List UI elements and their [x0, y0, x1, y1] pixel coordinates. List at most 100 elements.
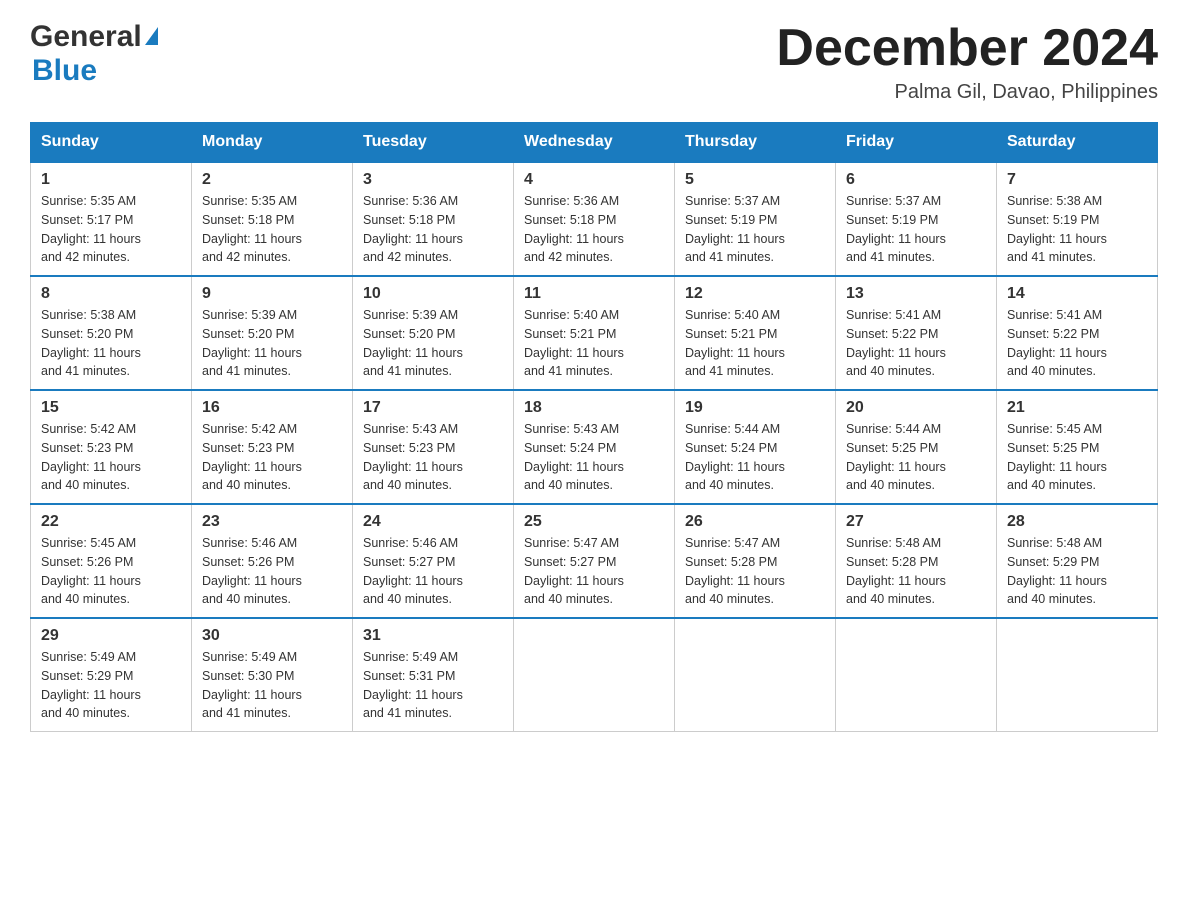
calendar-cell: 28Sunrise: 5:48 AMSunset: 5:29 PMDayligh… — [997, 504, 1158, 618]
calendar-cell: 29 Sunrise: 5:49 AMSunset: 5:29 PMDayligh… — [31, 618, 192, 732]
calendar-cell: 14 Sunrise: 5:41 AMSunset: 5:22 PMDayligh… — [997, 276, 1158, 390]
day-number: 5 — [685, 171, 825, 189]
day-info: Sunrise: 5:36 AMSunset: 5:18 PMDaylight:… — [524, 192, 664, 267]
calendar-cell: 10 Sunrise: 5:39 AMSunset: 5:20 PMDayligh… — [353, 276, 514, 390]
day-number: 7 — [1007, 171, 1147, 189]
day-info: Sunrise: 5:41 AMSunset: 5:22 PMDaylight:… — [1007, 306, 1147, 381]
day-info: Sunrise: 5:35 AMSunset: 5:17 PMDaylight:… — [41, 192, 181, 267]
calendar-cell: 17Sunrise: 5:43 AMSunset: 5:23 PMDayligh… — [353, 390, 514, 504]
day-info: Sunrise: 5:45 AMSunset: 5:26 PMDaylight:… — [41, 534, 181, 609]
calendar-cell: 7Sunrise: 5:38 AMSunset: 5:19 PMDaylight… — [997, 162, 1158, 276]
weekday-header-row: SundayMondayTuesdayWednesdayThursdayFrid… — [31, 123, 1158, 163]
calendar-cell: 26 Sunrise: 5:47 AMSunset: 5:28 PMDayligh… — [675, 504, 836, 618]
day-number: 19 — [685, 399, 825, 417]
day-number: 23 — [202, 513, 342, 531]
day-info: Sunrise: 5:42 AMSunset: 5:23 PMDaylight:… — [202, 420, 342, 495]
day-number: 24 — [363, 513, 503, 531]
weekday-header-thursday: Thursday — [675, 123, 836, 163]
calendar-cell: 5 Sunrise: 5:37 AMSunset: 5:19 PMDaylight… — [675, 162, 836, 276]
day-info: Sunrise: 5:37 AMSunset: 5:19 PMDaylight:… — [846, 192, 986, 267]
day-info: Sunrise: 5:48 AMSunset: 5:28 PMDaylight:… — [846, 534, 986, 609]
day-info: Sunrise: 5:49 AMSunset: 5:31 PMDaylight:… — [363, 648, 503, 723]
calendar-cell: 9 Sunrise: 5:39 AMSunset: 5:20 PMDaylight… — [192, 276, 353, 390]
day-info: Sunrise: 5:36 AMSunset: 5:18 PMDaylight:… — [363, 192, 503, 267]
day-number: 16 — [202, 399, 342, 417]
day-number: 17 — [363, 399, 503, 417]
logo: General Blue — [30, 20, 158, 88]
day-number: 18 — [524, 399, 664, 417]
calendar-cell: 21Sunrise: 5:45 AMSunset: 5:25 PMDayligh… — [997, 390, 1158, 504]
day-info: Sunrise: 5:46 AMSunset: 5:27 PMDaylight:… — [363, 534, 503, 609]
day-info: Sunrise: 5:44 AMSunset: 5:25 PMDaylight:… — [846, 420, 986, 495]
weekday-header-monday: Monday — [192, 123, 353, 163]
calendar-cell — [836, 618, 997, 732]
day-info: Sunrise: 5:39 AMSunset: 5:20 PMDaylight:… — [363, 306, 503, 381]
day-number: 26 — [685, 513, 825, 531]
logo-blue-text: Blue — [32, 54, 97, 88]
day-info: Sunrise: 5:42 AMSunset: 5:23 PMDaylight:… — [41, 420, 181, 495]
calendar-cell: 30Sunrise: 5:49 AMSunset: 5:30 PMDayligh… — [192, 618, 353, 732]
calendar-cell: 15 Sunrise: 5:42 AMSunset: 5:23 PMDayligh… — [31, 390, 192, 504]
day-info: Sunrise: 5:41 AMSunset: 5:22 PMDaylight:… — [846, 306, 986, 381]
day-number: 10 — [363, 285, 503, 303]
calendar-week-row: 15 Sunrise: 5:42 AMSunset: 5:23 PMDayligh… — [31, 390, 1158, 504]
day-number: 22 — [41, 513, 181, 531]
weekday-header-tuesday: Tuesday — [353, 123, 514, 163]
day-info: Sunrise: 5:49 AMSunset: 5:29 PMDaylight:… — [41, 648, 181, 723]
day-info: Sunrise: 5:38 AMSunset: 5:20 PMDaylight:… — [41, 306, 181, 381]
calendar-cell — [675, 618, 836, 732]
location-subtitle: Palma Gil, Davao, Philippines — [776, 81, 1158, 104]
calendar-cell — [514, 618, 675, 732]
calendar-cell: 22 Sunrise: 5:45 AMSunset: 5:26 PMDayligh… — [31, 504, 192, 618]
logo-triangle-icon — [145, 27, 158, 45]
calendar-cell: 12Sunrise: 5:40 AMSunset: 5:21 PMDayligh… — [675, 276, 836, 390]
day-info: Sunrise: 5:37 AMSunset: 5:19 PMDaylight:… — [685, 192, 825, 267]
day-info: Sunrise: 5:47 AMSunset: 5:27 PMDaylight:… — [524, 534, 664, 609]
calendar-cell: 8 Sunrise: 5:38 AMSunset: 5:20 PMDaylight… — [31, 276, 192, 390]
calendar-cell: 23 Sunrise: 5:46 AMSunset: 5:26 PMDayligh… — [192, 504, 353, 618]
day-info: Sunrise: 5:49 AMSunset: 5:30 PMDaylight:… — [202, 648, 342, 723]
day-number: 25 — [524, 513, 664, 531]
weekday-header-saturday: Saturday — [997, 123, 1158, 163]
day-number: 15 — [41, 399, 181, 417]
day-number: 11 — [524, 285, 664, 303]
calendar-cell: 16 Sunrise: 5:42 AMSunset: 5:23 PMDayligh… — [192, 390, 353, 504]
day-number: 13 — [846, 285, 986, 303]
day-number: 31 — [363, 627, 503, 645]
calendar-cell: 11 Sunrise: 5:40 AMSunset: 5:21 PMDayligh… — [514, 276, 675, 390]
day-info: Sunrise: 5:40 AMSunset: 5:21 PMDaylight:… — [524, 306, 664, 381]
month-year-title: December 2024 — [776, 20, 1158, 77]
day-number: 6 — [846, 171, 986, 189]
day-number: 20 — [846, 399, 986, 417]
day-number: 8 — [41, 285, 181, 303]
day-number: 27 — [846, 513, 986, 531]
calendar-table: SundayMondayTuesdayWednesdayThursdayFrid… — [30, 122, 1158, 732]
calendar-cell: 3Sunrise: 5:36 AMSunset: 5:18 PMDaylight… — [353, 162, 514, 276]
calendar-cell: 19 Sunrise: 5:44 AMSunset: 5:24 PMDayligh… — [675, 390, 836, 504]
day-number: 1 — [41, 171, 181, 189]
day-info: Sunrise: 5:44 AMSunset: 5:24 PMDaylight:… — [685, 420, 825, 495]
calendar-cell: 25 Sunrise: 5:47 AMSunset: 5:27 PMDayligh… — [514, 504, 675, 618]
day-info: Sunrise: 5:40 AMSunset: 5:21 PMDaylight:… — [685, 306, 825, 381]
calendar-cell: 2Sunrise: 5:35 AMSunset: 5:18 PMDaylight… — [192, 162, 353, 276]
weekday-header-wednesday: Wednesday — [514, 123, 675, 163]
day-number: 4 — [524, 171, 664, 189]
day-number: 9 — [202, 285, 342, 303]
calendar-cell: 27 Sunrise: 5:48 AMSunset: 5:28 PMDayligh… — [836, 504, 997, 618]
day-info: Sunrise: 5:47 AMSunset: 5:28 PMDaylight:… — [685, 534, 825, 609]
calendar-week-row: 8 Sunrise: 5:38 AMSunset: 5:20 PMDaylight… — [31, 276, 1158, 390]
title-section: December 2024 Palma Gil, Davao, Philippi… — [776, 20, 1158, 104]
page-header: General Blue December 2024 Palma Gil, Da… — [30, 20, 1158, 104]
day-info: Sunrise: 5:45 AMSunset: 5:25 PMDaylight:… — [1007, 420, 1147, 495]
day-info: Sunrise: 5:46 AMSunset: 5:26 PMDaylight:… — [202, 534, 342, 609]
day-number: 29 — [41, 627, 181, 645]
calendar-cell: 31 Sunrise: 5:49 AMSunset: 5:31 PMDayligh… — [353, 618, 514, 732]
weekday-header-sunday: Sunday — [31, 123, 192, 163]
day-info: Sunrise: 5:39 AMSunset: 5:20 PMDaylight:… — [202, 306, 342, 381]
calendar-cell: 20 Sunrise: 5:44 AMSunset: 5:25 PMDayligh… — [836, 390, 997, 504]
calendar-week-row: 22 Sunrise: 5:45 AMSunset: 5:26 PMDayligh… — [31, 504, 1158, 618]
calendar-cell: 4 Sunrise: 5:36 AMSunset: 5:18 PMDaylight… — [514, 162, 675, 276]
calendar-cell: 13 Sunrise: 5:41 AMSunset: 5:22 PMDayligh… — [836, 276, 997, 390]
calendar-cell: 6 Sunrise: 5:37 AMSunset: 5:19 PMDaylight… — [836, 162, 997, 276]
day-number: 14 — [1007, 285, 1147, 303]
